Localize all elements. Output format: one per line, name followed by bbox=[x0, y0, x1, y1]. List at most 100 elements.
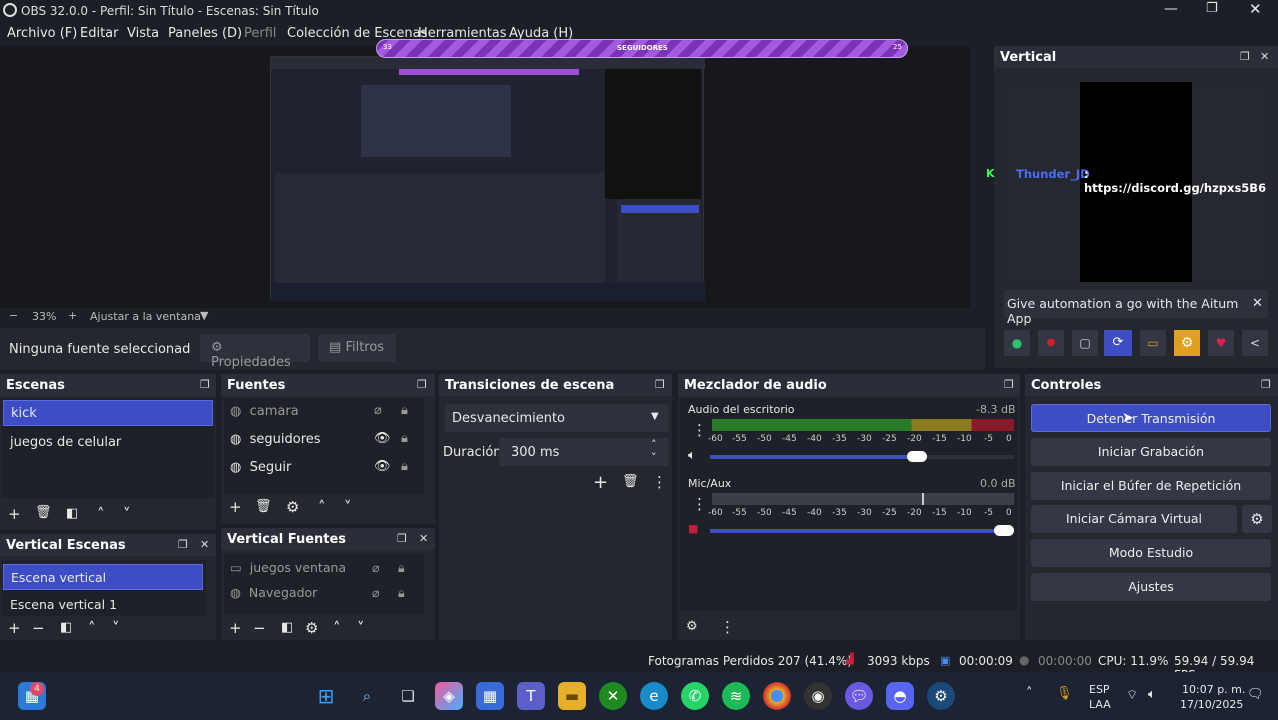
source-properties-icon[interactable]: ⚙ bbox=[286, 498, 299, 516]
vertical-scene-item[interactable]: Escena vertical bbox=[3, 564, 203, 590]
start-recording-button[interactable]: Iniciar Grabación bbox=[1031, 438, 1271, 466]
stop-streaming-button[interactable]: Detener Transmisión bbox=[1031, 404, 1271, 432]
notifications-icon[interactable]: 🗨︎ bbox=[1247, 687, 1264, 702]
remove-transition-icon[interactable]: 🗑 bbox=[622, 474, 639, 489]
vertical-source-down-icon[interactable]: ˅ bbox=[357, 619, 365, 637]
mixer-menu-icon[interactable]: ⋮ bbox=[720, 618, 735, 636]
lock-icon[interactable]: 🔒︎ bbox=[401, 459, 408, 474]
lock-icon[interactable]: 🔒︎ bbox=[398, 585, 405, 601]
source-item-seguir[interactable]: ◍ Seguir 👁︎ 🔒︎ bbox=[224, 456, 424, 480]
steam-icon[interactable]: ⚙ bbox=[927, 682, 955, 710]
remove-vertical-scene-icon[interactable]: − bbox=[32, 619, 45, 637]
menu-editar[interactable]: Editar bbox=[80, 26, 119, 41]
filters-button[interactable]: ▤ Filtros bbox=[318, 334, 396, 362]
scene-item-juegos[interactable]: juegos de celular bbox=[3, 430, 213, 456]
add-source-icon[interactable]: + bbox=[229, 498, 242, 516]
undock-icon[interactable]: ❐ bbox=[178, 538, 188, 551]
duration-input[interactable]: 300 ms ˄ ˅ bbox=[499, 438, 669, 466]
whatsapp-icon[interactable]: ✆ bbox=[681, 682, 709, 710]
banner-close-icon[interactable]: ✕ bbox=[1252, 296, 1263, 311]
vertical-scene-filters-icon[interactable]: ◧ bbox=[60, 620, 72, 635]
minimize-icon[interactable]: — bbox=[1164, 1, 1178, 17]
virtual-camera-settings-button[interactable]: ⚙ bbox=[1242, 505, 1272, 533]
vertical-source-item[interactable]: ▭ juegos ventana ⌀ 🔒︎ bbox=[224, 557, 424, 579]
clock-time[interactable]: 10:07 p. m. bbox=[1182, 683, 1245, 696]
stream-icon[interactable]: ● bbox=[1004, 330, 1030, 356]
mic-tray-icon[interactable]: 🎙︎ bbox=[1056, 686, 1073, 701]
vertical-source-item[interactable]: ◍ Navegador ⌀ 🔒︎ bbox=[224, 582, 424, 604]
settings-icon[interactable]: ⚙ bbox=[1174, 330, 1200, 356]
edge-icon[interactable]: e bbox=[640, 682, 668, 710]
close-icon[interactable]: ✕ bbox=[200, 538, 209, 551]
share-icon[interactable]: < bbox=[1242, 330, 1268, 356]
record-icon[interactable]: ● bbox=[1038, 330, 1064, 356]
volume-icon[interactable]: 🔈︎ bbox=[1148, 687, 1156, 702]
transition-menu-icon[interactable]: ⋮ bbox=[652, 473, 667, 491]
undock-icon[interactable]: ❐ bbox=[1261, 378, 1271, 391]
source-item-seguidores[interactable]: ◍ seguidores 👁︎ 🔒︎ bbox=[224, 428, 424, 452]
volume-handle[interactable] bbox=[994, 525, 1014, 536]
copilot-icon[interactable]: ◈ bbox=[435, 682, 463, 710]
channel-menu-icon[interactable]: ⋮ bbox=[692, 495, 707, 513]
menu-vista[interactable]: Vista bbox=[127, 26, 159, 41]
start-virtual-camera-button[interactable]: Iniciar Cámara Virtual bbox=[1031, 505, 1237, 533]
vertical-source-up-icon[interactable]: ˄ bbox=[333, 619, 341, 637]
lang-secondary[interactable]: LAA bbox=[1089, 698, 1111, 711]
transition-select[interactable]: Desvanecimiento ▼ bbox=[445, 404, 669, 432]
preview-area[interactable] bbox=[0, 46, 970, 310]
spotify-icon[interactable]: ≋ bbox=[722, 682, 750, 710]
scene-item-kick[interactable]: kick bbox=[3, 400, 213, 426]
volume-slider[interactable] bbox=[710, 525, 1014, 536]
channel-menu-icon[interactable]: ⋮ bbox=[692, 421, 707, 439]
vertical-scene-item[interactable]: Escena vertical 1 bbox=[3, 593, 203, 615]
volume-slider[interactable] bbox=[710, 451, 1014, 462]
zoom-out-button[interactable]: − bbox=[9, 309, 18, 322]
add-vertical-source-icon[interactable]: + bbox=[229, 619, 242, 637]
undock-icon[interactable]: ❐ bbox=[397, 532, 407, 545]
settings-button[interactable]: Ajustes bbox=[1031, 573, 1271, 601]
start-icon[interactable]: ⊞ bbox=[312, 682, 340, 710]
restore-icon[interactable]: ❐ bbox=[1206, 1, 1218, 16]
lock-icon[interactable]: 🔒︎ bbox=[401, 403, 408, 418]
virtualcam-icon[interactable]: ▭ bbox=[1140, 330, 1166, 356]
visibility-off-icon[interactable]: ⌀ bbox=[372, 560, 380, 575]
xbox-icon[interactable]: ✕ bbox=[599, 682, 627, 710]
visibility-off-icon[interactable]: ⌀ bbox=[374, 403, 382, 418]
undock-icon[interactable]: ❐ bbox=[200, 378, 210, 391]
close-icon[interactable]: ✕ bbox=[1260, 50, 1269, 63]
discord-icon[interactable]: ◓ bbox=[886, 682, 914, 710]
close-icon[interactable]: ✕ bbox=[1249, 0, 1262, 18]
zoom-fit-label[interactable]: Ajustar a la ventana bbox=[90, 310, 201, 323]
undock-icon[interactable]: ❐ bbox=[1004, 378, 1014, 391]
undock-icon[interactable]: ❐ bbox=[417, 378, 427, 391]
messenger-icon[interactable]: 💬︎ bbox=[845, 682, 873, 710]
store-icon[interactable]: ▦ bbox=[476, 682, 504, 710]
remove-source-icon[interactable]: 🗑 bbox=[255, 499, 272, 514]
scene-down-icon[interactable]: ˅ bbox=[123, 505, 131, 523]
lock-icon[interactable]: 🔒︎ bbox=[398, 560, 405, 576]
sync-icon[interactable]: ⟳ bbox=[1104, 330, 1132, 356]
backtrack-icon[interactable]: ▢ bbox=[1072, 330, 1098, 356]
tray-chevron-icon[interactable]: ˄ bbox=[1026, 686, 1033, 701]
menu-paneles[interactable]: Paneles (D) bbox=[168, 26, 242, 41]
remove-scene-icon[interactable]: 🗑 bbox=[35, 505, 52, 520]
heart-icon[interactable]: ♥ bbox=[1208, 330, 1234, 356]
source-item-camara[interactable]: ◍ camara ⌀ 🔒︎ bbox=[224, 400, 424, 424]
zoom-dropdown-icon[interactable]: ▼ bbox=[200, 309, 208, 322]
source-down-icon[interactable]: ˅ bbox=[344, 498, 352, 516]
menu-archivo[interactable]: Archivo (F) bbox=[7, 26, 77, 41]
source-up-icon[interactable]: ˄ bbox=[318, 498, 326, 516]
folder-icon[interactable]: ▬ bbox=[558, 682, 586, 710]
start-replay-buffer-button[interactable]: Iniciar el Búfer de Repetición bbox=[1031, 472, 1271, 500]
undock-icon[interactable]: ❐ bbox=[1240, 50, 1250, 63]
vertical-source-properties-icon[interactable]: ⚙ bbox=[305, 619, 318, 637]
zoom-in-button[interactable]: + bbox=[68, 309, 77, 322]
undock-icon[interactable]: ❐ bbox=[655, 378, 665, 391]
lang-primary[interactable]: ESP bbox=[1089, 683, 1110, 696]
task-view-icon[interactable]: ❏ bbox=[394, 682, 422, 710]
vertical-source-filters-icon[interactable]: ◧ bbox=[281, 620, 293, 635]
add-vertical-scene-icon[interactable]: + bbox=[8, 619, 21, 637]
teams-icon[interactable]: T bbox=[517, 682, 545, 710]
mic-muted-icon[interactable]: ■ bbox=[688, 522, 698, 535]
volume-handle[interactable] bbox=[907, 451, 927, 462]
